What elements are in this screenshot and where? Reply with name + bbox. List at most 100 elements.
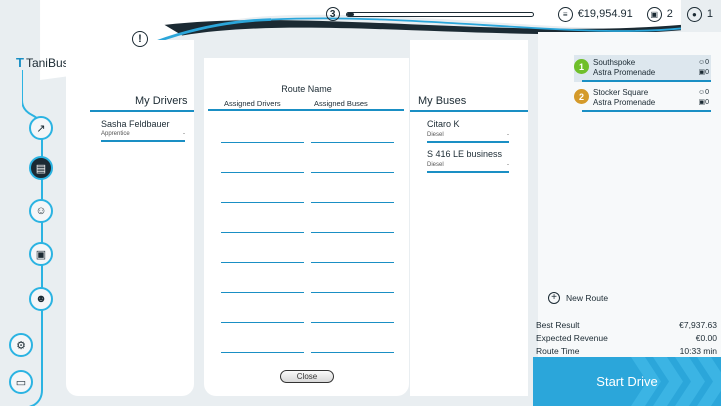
bus-assignment: - <box>507 132 509 138</box>
statistics-icon[interactable]: ↗ <box>29 116 53 140</box>
route-summary: Best Result €7,937.63 Expected Revenue €… <box>536 318 717 357</box>
best-result-label: Best Result <box>536 319 580 330</box>
driver-slot[interactable] <box>221 172 304 173</box>
buses-panel <box>410 40 528 396</box>
route-card-1[interactable]: 1 Southspoke Astra Promenade ☺0 ▣0 <box>574 55 711 82</box>
map-icon[interactable]: ▤ <box>29 156 53 180</box>
top-status-bar: 3 ≡ €19,954.91 ▣ 2 ● 1 <box>0 0 721 28</box>
driver-slot[interactable] <box>221 322 304 323</box>
route-origin: Stocker Square <box>593 88 649 97</box>
bus-underline <box>427 141 509 143</box>
level-badge: 3 <box>325 7 340 21</box>
people-icon[interactable]: ☻ <box>29 287 53 311</box>
xp-progress-fill <box>346 12 355 16</box>
bus-card[interactable]: Citaro K Diesel - <box>427 119 509 143</box>
route-card-underline <box>582 80 711 82</box>
expected-revenue-row: Expected Revenue €0.00 <box>536 331 717 344</box>
drivers-title-underline <box>90 110 194 112</box>
driver-slot[interactable] <box>221 142 304 143</box>
new-route-label: New Route <box>566 293 609 303</box>
route-driver-count: 0 <box>705 89 709 96</box>
route-time-value: 10:33 min <box>679 345 717 356</box>
buses-title: My Buses <box>418 95 467 107</box>
bus-slot[interactable] <box>311 352 394 353</box>
new-route-button[interactable]: + New Route <box>548 292 608 304</box>
app-logo: T TaniBus <box>16 55 69 70</box>
money-value: €19,954.91 <box>577 8 633 20</box>
bus-fuel: Diesel <box>427 162 444 168</box>
buses-title-underline <box>410 110 528 112</box>
bus-slot[interactable] <box>311 232 394 233</box>
bus-name: S 416 LE business <box>427 149 503 159</box>
route-number-badge: 2 <box>574 89 589 104</box>
driver-level: Apprentice <box>101 131 130 137</box>
driver-slot[interactable] <box>221 352 304 353</box>
route-card-2[interactable]: 2 Stocker Square Astra Promenade ☺0 ▣0 <box>574 85 711 112</box>
best-result-row: Best Result €7,937.63 <box>536 318 717 331</box>
bus-details: Diesel - <box>427 132 509 138</box>
bus-name: Citaro K <box>427 119 460 129</box>
route-time-row: Route Time 10:33 min <box>536 344 717 357</box>
bus-count-icon: ▣ <box>646 6 662 22</box>
assigned-buses-header: Assigned Buses <box>314 99 368 108</box>
driver-assignment: - <box>183 131 185 137</box>
bus-underline <box>427 171 509 173</box>
money-icon: ≡ <box>557 6 573 22</box>
settings-gears-icon[interactable]: ⚙ <box>9 333 33 357</box>
route-driver-count: 0 <box>705 59 709 66</box>
bus-details: Diesel - <box>427 162 509 168</box>
computer-icon[interactable]: ▭ <box>9 370 33 394</box>
money-stat: ≡ €19,954.91 <box>557 6 633 22</box>
bus-icon[interactable]: ▣ <box>29 242 53 266</box>
tanibus-logo-icon: T <box>16 55 24 70</box>
route-destination: Astra Promenade <box>593 98 656 107</box>
start-drive-button[interactable]: Start Drive <box>533 357 721 406</box>
bus-slot[interactable] <box>311 142 394 143</box>
exclamation-icon[interactable]: ! <box>132 31 148 47</box>
route-origin: Southspoke <box>593 58 636 67</box>
route-bus-count: 0 <box>705 99 709 106</box>
bus-slot[interactable] <box>311 262 394 263</box>
plus-icon: + <box>548 292 560 304</box>
driver-underline <box>101 140 185 142</box>
best-result-value: €7,937.63 <box>679 319 717 330</box>
route-bus-count: 0 <box>705 69 709 76</box>
start-drive-label: Start Drive <box>596 374 658 389</box>
bus-slot[interactable] <box>311 292 394 293</box>
driver-count-icon: ● <box>686 6 702 22</box>
bus-slot[interactable] <box>311 172 394 173</box>
driver-details: Apprentice - <box>101 131 185 137</box>
route-number-badge: 1 <box>574 59 589 74</box>
xp-progress-bar <box>345 11 534 17</box>
bus-slot[interactable] <box>311 322 394 323</box>
expected-revenue-label: Expected Revenue <box>536 332 608 343</box>
route-counts: ☺0 ▣0 <box>698 88 709 108</box>
expected-revenue-value: €0.00 <box>695 332 717 343</box>
drivers-stat: ● 1 <box>686 6 713 22</box>
route-header-underline <box>208 109 404 111</box>
bus-fuel: Diesel <box>427 132 444 138</box>
app-name: TaniBus <box>25 55 69 70</box>
route-time-label: Route Time <box>536 345 580 356</box>
driver-slot[interactable] <box>221 262 304 263</box>
driver-slot[interactable] <box>221 232 304 233</box>
driver-name: Sasha Feldbauer <box>101 119 170 129</box>
buses-count: 2 <box>666 8 673 20</box>
assigned-drivers-header: Assigned Drivers <box>224 99 281 108</box>
driver-slot[interactable] <box>221 202 304 203</box>
drivers-title: My Drivers <box>135 95 188 107</box>
bus-card[interactable]: S 416 LE business Diesel - <box>427 149 509 173</box>
driver-icon[interactable]: ☺ <box>29 199 53 223</box>
driver-card[interactable]: Sasha Feldbauer Apprentice - <box>101 119 185 142</box>
close-button[interactable]: Close <box>280 370 334 383</box>
route-card-underline <box>582 110 711 112</box>
route-name[interactable]: Route Name <box>204 84 409 94</box>
bus-assignment: - <box>507 162 509 168</box>
drivers-count: 1 <box>706 8 713 20</box>
driver-slot[interactable] <box>221 292 304 293</box>
route-counts: ☺0 ▣0 <box>698 58 709 78</box>
bus-slot[interactable] <box>311 202 394 203</box>
buses-stat: ▣ 2 <box>646 6 673 22</box>
route-destination: Astra Promenade <box>593 68 656 77</box>
drivers-panel <box>66 40 194 396</box>
